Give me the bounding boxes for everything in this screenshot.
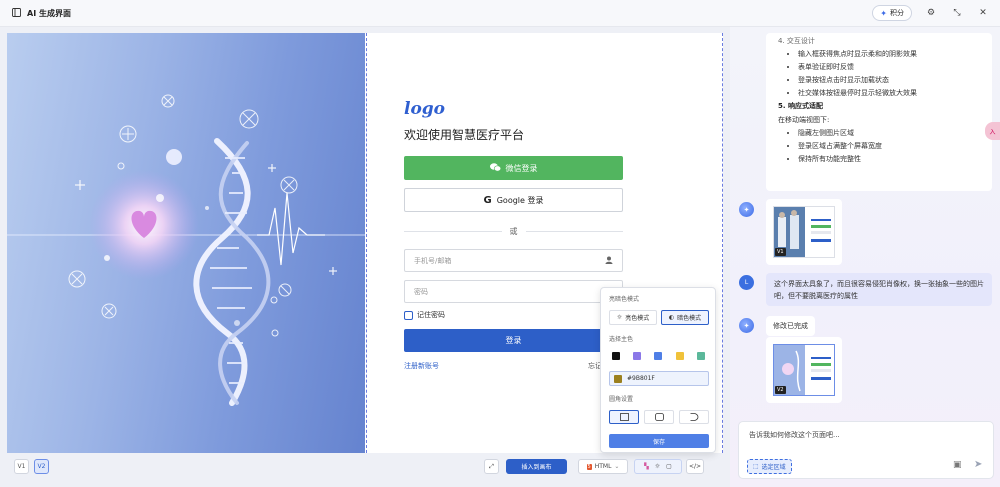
points-label: 积分	[890, 9, 904, 17]
section4-list: 输入框获得焦点时显示柔和的阴影效果 表单验证即时反馈 登录按钮点击时显示加载状态…	[798, 49, 980, 98]
hex-value: #9B801F	[627, 375, 655, 382]
user-icon	[605, 256, 613, 266]
remember-label: 记住密码	[417, 311, 445, 319]
swatch-green[interactable]	[697, 352, 705, 360]
selection-border-left	[366, 33, 367, 453]
version-v1-button[interactable]: V1	[14, 459, 29, 474]
ai-avatar: ✦	[739, 318, 754, 333]
light-mode-label: 亮色模式	[625, 315, 650, 322]
mode-label: 亮暗色模式	[609, 296, 640, 303]
google-login-button[interactable]: G Google 登录	[404, 188, 623, 212]
sun-icon: ☼	[616, 314, 623, 321]
theme-settings-popover: 亮暗色模式 ☼ 亮色模式 ◐ 暗色模式 选择主色 #9B801F 圆角设置 保存	[600, 287, 716, 453]
remember-checkbox[interactable]	[404, 310, 413, 320]
region-select-icon: ⬚	[753, 463, 759, 470]
dark-mode-button[interactable]: ◐ 暗色模式	[661, 310, 709, 325]
swatch-blue[interactable]	[654, 352, 662, 360]
list-item: 登录按钮点击时显示加载状态	[798, 75, 980, 85]
palette-icon[interactable]: ▚	[644, 463, 649, 470]
section5-intro: 在移动端视图下:	[778, 116, 830, 124]
version-thumbnail-v2[interactable]: V2	[766, 337, 842, 403]
app-title-area: AI 生成界面	[12, 8, 71, 19]
login-button[interactable]: 登录	[404, 329, 623, 352]
close-icon[interactable]: ✕	[976, 6, 990, 20]
phone-email-placeholder: 手机号/邮箱	[414, 256, 452, 265]
radius-label: 圆角设置	[609, 396, 634, 403]
top-bar: AI 生成界面 ✦ 积分 ⚙ ⤡ ✕	[0, 0, 1000, 27]
insert-to-canvas-button[interactable]: 插入到画布	[506, 459, 567, 474]
color-label: 选择主色	[609, 336, 634, 343]
brand-logo: logo	[404, 99, 446, 119]
user-avatar: L	[739, 275, 754, 290]
fullscreen-icon[interactable]: ⤢	[484, 459, 499, 474]
list-item: 隐藏左侧图片区域	[798, 128, 980, 138]
password-placeholder: 密码	[414, 287, 428, 296]
list-item: 输入框获得焦点时显示柔和的阴影效果	[798, 49, 980, 59]
list-item: 社交媒体按钮悬停时显示轻微放大效果	[798, 88, 980, 98]
user-message: 这个界面太具象了，而且很容易侵犯肖像权，换一张抽象一些的图片吧，但不要脱离医疗的…	[766, 273, 992, 306]
hex-color-preview	[614, 374, 622, 383]
theme-save-button[interactable]: 保存	[609, 434, 709, 448]
select-region-button[interactable]: ⬚ 选定区域	[747, 459, 792, 474]
or-divider: 或	[404, 226, 623, 237]
ai-reply-message: 修改已完成	[766, 316, 815, 336]
style-tools: ▚ ☼ ▢	[634, 459, 682, 474]
swatch-black[interactable]	[612, 352, 620, 360]
section4-title: 4. 交互设计	[778, 37, 815, 45]
section5-title: 5. 响应式适配	[778, 102, 823, 110]
remember-password[interactable]: 记住密码	[404, 310, 445, 320]
radius-small-button[interactable]	[644, 410, 674, 424]
version-v2-button[interactable]: V2	[34, 459, 49, 474]
hero-illustration	[7, 33, 365, 453]
radius-large-button[interactable]	[679, 410, 709, 424]
top-actions: ✦ 积分 ⚙ ⤡ ✕	[872, 5, 990, 21]
swatch-purple[interactable]	[633, 352, 641, 360]
password-input[interactable]: 密码	[404, 280, 623, 303]
or-label: 或	[509, 227, 518, 236]
radius-none-button[interactable]	[609, 410, 639, 424]
list-item: 表单验证即时反馈	[798, 62, 980, 72]
version-thumbnail-v1[interactable]: V1	[766, 199, 842, 265]
settings-icon[interactable]: ⚙	[924, 6, 938, 20]
side-tab[interactable]: 入	[985, 122, 1000, 140]
thumbnail-version-tag: V2	[775, 386, 786, 394]
wechat-icon	[489, 162, 501, 174]
ai-message-design-notes: 4. 交互设计 输入框获得焦点时显示柔和的阴影效果 表单验证即时反馈 登录按钮点…	[766, 33, 992, 191]
thumbnail-version-tag: V1	[775, 248, 786, 256]
google-icon: G	[483, 194, 492, 206]
list-item: 登录区域占满整个屏幕宽度	[798, 141, 980, 151]
image-upload-icon[interactable]: ▣	[953, 460, 962, 470]
format-select[interactable]: 5 HTML ⌄	[578, 459, 628, 474]
dark-mode-label: 暗色模式	[677, 315, 702, 322]
contrast-icon: ◐	[668, 314, 675, 321]
sparkle-icon: ✦	[880, 8, 887, 18]
list-item: 保持所有功能完整性	[798, 154, 980, 164]
selection-border-right	[722, 33, 723, 453]
hex-color-input[interactable]: #9B801F	[609, 371, 709, 386]
sidebar-toggle-icon[interactable]	[12, 8, 21, 19]
select-region-label: 选定区域	[761, 464, 786, 471]
code-icon[interactable]: </>	[686, 459, 704, 474]
chat-input-placeholder: 告诉我如何修改这个页面吧...	[749, 431, 840, 439]
send-icon[interactable]: ➤	[974, 459, 982, 470]
collapse-icon[interactable]: ⤡	[950, 6, 964, 20]
wechat-login-label: 微信登录	[505, 163, 538, 173]
ai-avatar: ✦	[739, 202, 754, 217]
format-label: HTML	[594, 463, 612, 470]
phone-email-input[interactable]: 手机号/邮箱	[404, 249, 623, 272]
wechat-login-button[interactable]: 微信登录	[404, 156, 623, 180]
points-button[interactable]: ✦ 积分	[872, 5, 912, 21]
welcome-heading: 欢迎使用智慧医疗平台	[404, 128, 525, 142]
swatch-yellow[interactable]	[676, 352, 684, 360]
light-mode-button[interactable]: ☼ 亮色模式	[609, 310, 657, 325]
section5-list: 隐藏左侧图片区域 登录区域占满整个屏幕宽度 保持所有功能完整性	[798, 128, 980, 164]
frame-icon[interactable]: ▢	[666, 463, 672, 470]
sun-icon[interactable]: ☼	[655, 463, 660, 470]
chevron-down-icon: ⌄	[614, 463, 620, 470]
app-title: AI 生成界面	[27, 9, 71, 18]
chat-input[interactable]: 告诉我如何修改这个页面吧... ⬚ 选定区域 ▣ ➤	[738, 421, 994, 479]
google-login-label: Google 登录	[496, 195, 544, 205]
register-link[interactable]: 注册新账号	[404, 361, 439, 371]
html-icon: 5	[586, 463, 592, 470]
